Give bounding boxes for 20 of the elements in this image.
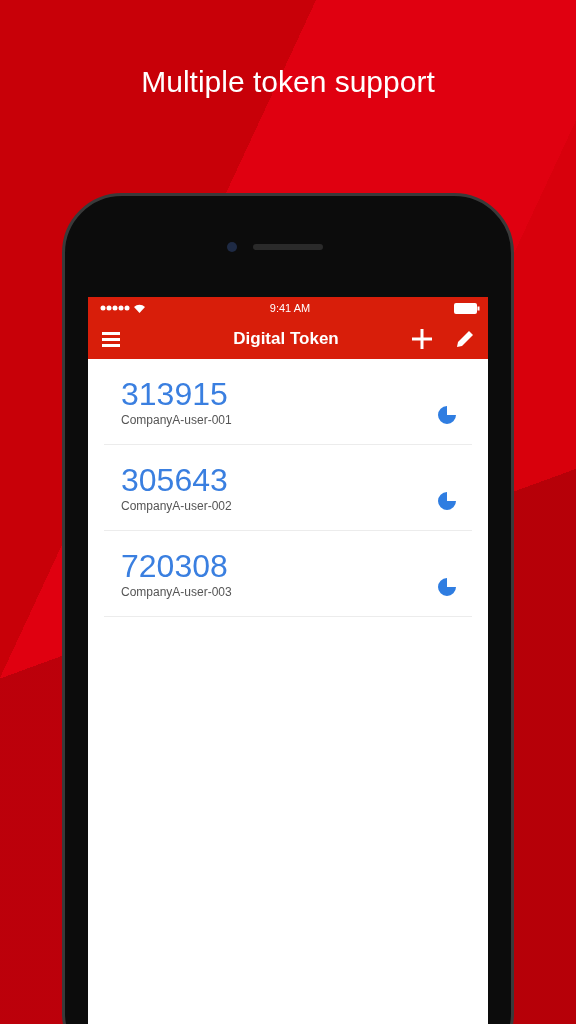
pie-timer-icon (438, 492, 456, 510)
headline: Multiple token support (141, 64, 435, 100)
nav-title: Digital Token (232, 329, 340, 349)
add-icon[interactable] (412, 329, 432, 349)
camera-icon (227, 241, 237, 252)
speaker-icon (253, 243, 323, 250)
account-name: CompanyA-user-001 (121, 412, 232, 428)
token-code: 720308 (121, 548, 228, 584)
pencil-icon[interactable] (456, 330, 474, 348)
token-code: 313915 (121, 376, 228, 412)
wifi-icon (134, 303, 145, 313)
token-code: 305643 (121, 462, 228, 498)
pie-timer-icon (438, 406, 456, 424)
signal-icon (100, 305, 130, 311)
menu-icon[interactable] (102, 331, 120, 347)
status-time: 9:41 AM (269, 302, 311, 314)
account-name: CompanyA-user-002 (121, 498, 232, 514)
battery-icon (454, 302, 480, 314)
pie-timer-icon (438, 578, 456, 596)
account-name: CompanyA-user-003 (121, 584, 232, 600)
